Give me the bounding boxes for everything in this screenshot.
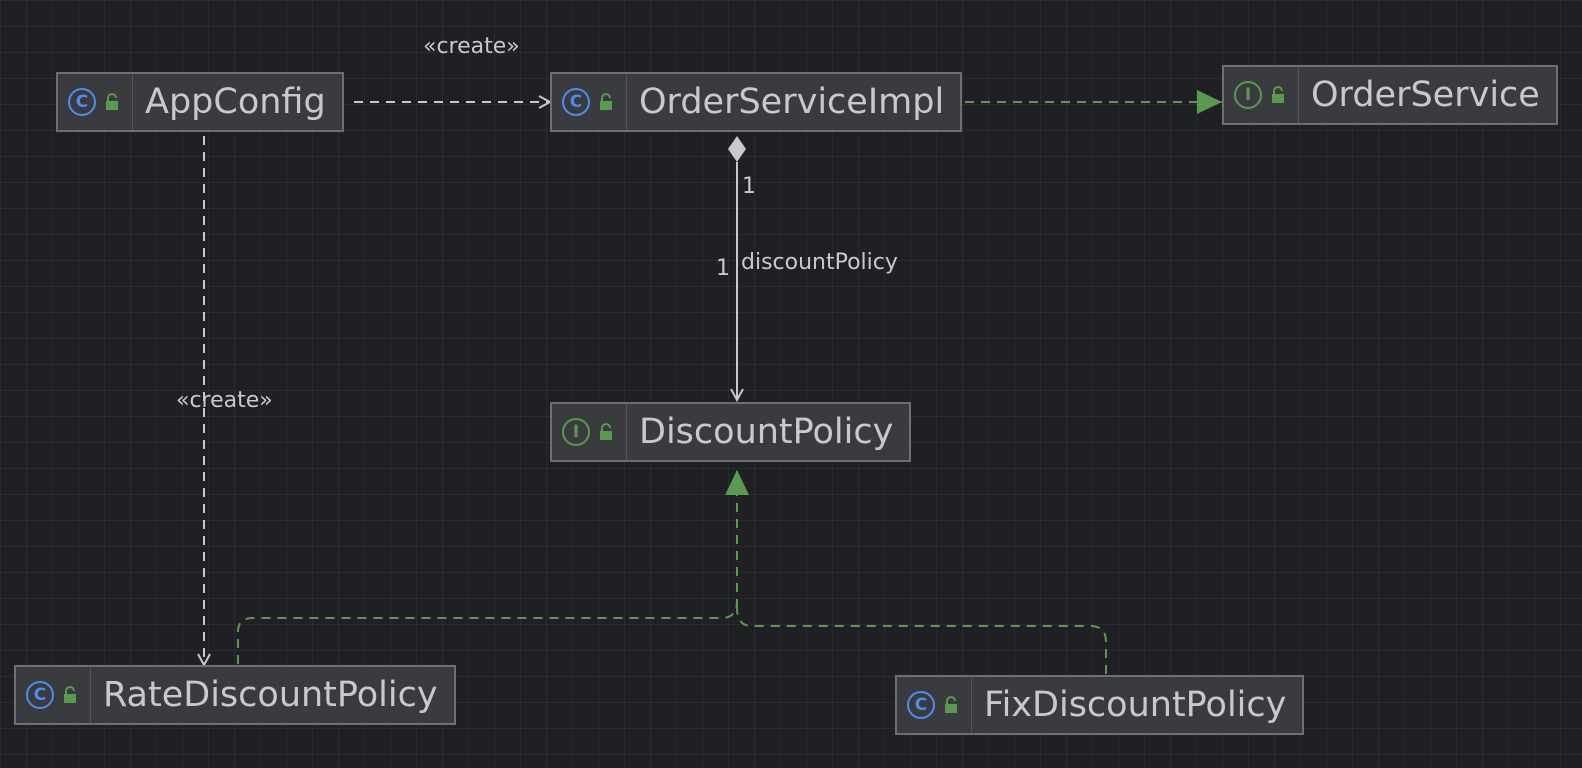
interface-icon: I — [562, 418, 590, 446]
composition-diamond — [728, 136, 746, 162]
node-orderserviceimpl[interactable]: C OrderServiceImpl — [550, 72, 963, 132]
diagram-canvas[interactable]: «create» «create» discountPolicy 1 1 C A… — [0, 0, 1582, 768]
unlock-icon — [600, 93, 612, 110]
node-title: RateDiscountPolicy — [103, 675, 438, 715]
node-title: AppConfig — [145, 82, 326, 122]
source-multiplicity: 1 — [742, 174, 756, 199]
node-discountpolicy[interactable]: I DiscountPolicy — [550, 402, 912, 462]
unlock-icon — [600, 423, 612, 440]
class-icon: C — [26, 681, 54, 709]
interface-icon: I — [1234, 81, 1262, 109]
node-icons: C — [16, 667, 91, 723]
node-ratediscountpolicy[interactable]: C RateDiscountPolicy — [14, 665, 456, 725]
edge-label-create-ratediscountpolicy: «create» — [176, 388, 273, 413]
node-title: OrderService — [1311, 75, 1540, 115]
class-icon: C — [907, 691, 935, 719]
node-orderservice[interactable]: I OrderService — [1222, 65, 1558, 125]
edge-label-discountpolicy-role: discountPolicy — [741, 250, 898, 275]
unlock-icon — [945, 696, 957, 713]
node-icons: I — [1224, 67, 1299, 123]
unlock-icon — [106, 93, 118, 110]
node-title: DiscountPolicy — [639, 412, 894, 452]
edge-label-create-orderserviceimpl: «create» — [423, 34, 520, 59]
node-icons: I — [552, 404, 627, 460]
node-icons: C — [58, 74, 133, 130]
node-title: FixDiscountPolicy — [984, 685, 1287, 725]
edge-fixdiscountpolicy-discountpolicy[interactable] — [736, 607, 1107, 674]
class-icon: C — [562, 88, 590, 116]
node-title: OrderServiceImpl — [639, 82, 945, 122]
unlock-icon — [1272, 86, 1284, 103]
node-icons: C — [552, 74, 627, 130]
edge-ratediscountpolicy-discountpolicy[interactable] — [237, 599, 738, 664]
target-multiplicity: 1 — [716, 256, 730, 281]
node-fixdiscountpolicy[interactable]: C FixDiscountPolicy — [895, 675, 1305, 735]
node-appconfig[interactable]: C AppConfig — [56, 72, 344, 132]
class-icon: C — [68, 88, 96, 116]
node-icons: C — [897, 677, 972, 733]
unlock-icon — [64, 686, 76, 703]
